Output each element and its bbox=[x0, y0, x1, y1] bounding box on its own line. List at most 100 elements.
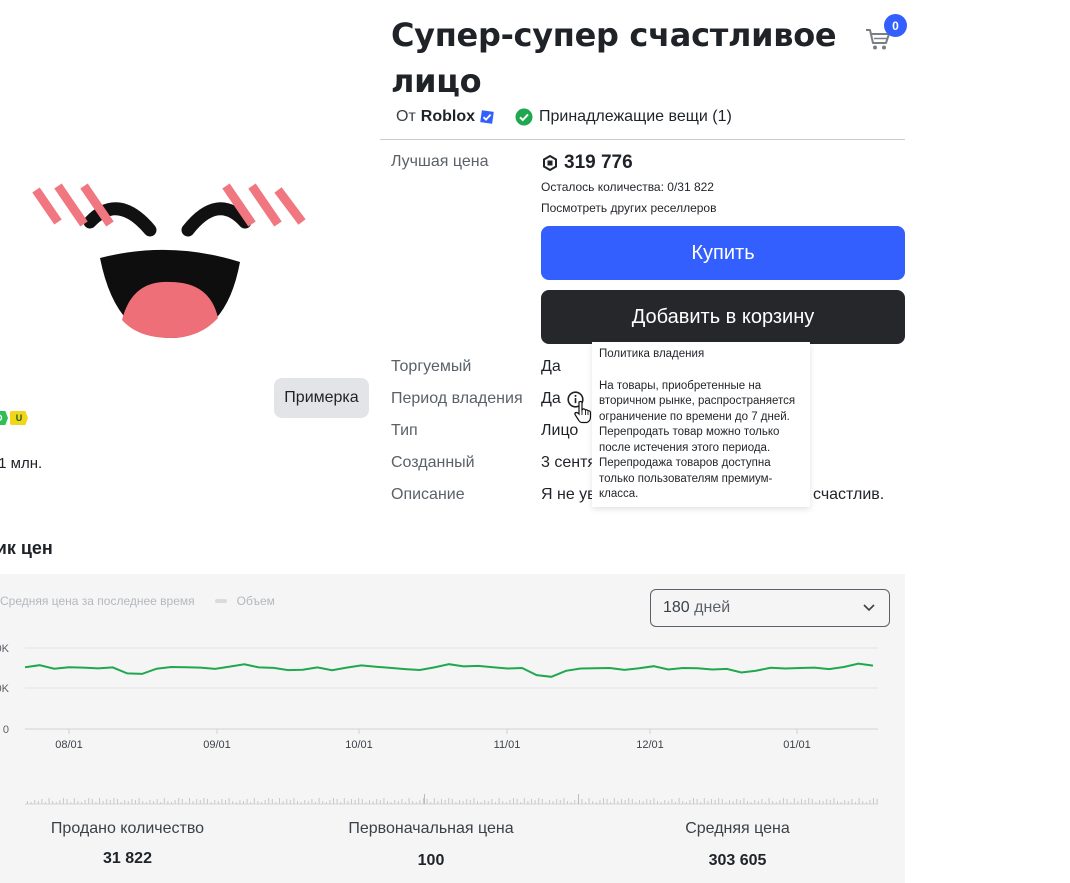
volume-bar bbox=[88, 798, 90, 804]
detail-value-type: Лицо bbox=[541, 422, 579, 439]
volume-bar bbox=[106, 799, 108, 804]
volume-bar bbox=[210, 802, 212, 804]
badge-u: U bbox=[10, 411, 28, 425]
x-tick-label: 11/01 bbox=[494, 739, 521, 751]
other-resellers-link[interactable]: Посмотреть других реселлеров bbox=[541, 201, 716, 215]
stat-sold-label: Продано количество bbox=[50, 820, 205, 837]
volume-bar bbox=[441, 799, 442, 804]
volume-bar bbox=[444, 800, 446, 804]
volume-bar bbox=[459, 800, 460, 804]
add-to-cart-button[interactable]: Добавить в корзину bbox=[541, 290, 905, 344]
volume-bar bbox=[703, 798, 705, 804]
volume-bar bbox=[595, 802, 597, 804]
volume-bar bbox=[199, 800, 201, 804]
volume-bar bbox=[757, 801, 759, 804]
volume-bar bbox=[505, 802, 507, 804]
volume-bar bbox=[768, 798, 770, 804]
robux-icon bbox=[543, 155, 557, 171]
volume-bar bbox=[153, 801, 154, 804]
volume-bar bbox=[268, 798, 270, 804]
tooltip-title: Политика владения bbox=[599, 348, 705, 360]
volume-bar bbox=[336, 799, 338, 804]
volume-bar bbox=[30, 802, 32, 804]
volume-bar bbox=[639, 800, 640, 804]
volume-bar bbox=[325, 802, 327, 804]
volume-bar bbox=[527, 801, 529, 804]
volume-bar bbox=[333, 798, 334, 804]
product-thumbnail bbox=[32, 183, 306, 338]
volume-bar bbox=[451, 799, 453, 804]
volume-bar bbox=[815, 802, 817, 804]
volume-bar bbox=[340, 802, 342, 804]
chevron-down-icon bbox=[863, 604, 875, 612]
period-select[interactable]: 180 дней bbox=[650, 589, 890, 627]
volume-bar bbox=[415, 802, 417, 804]
volume-bar bbox=[55, 802, 57, 804]
volume-bar bbox=[257, 801, 259, 804]
volume-bar bbox=[271, 799, 273, 804]
volume-bar bbox=[685, 802, 687, 804]
volume-bar bbox=[433, 798, 435, 804]
buy-button[interactable]: Купить bbox=[541, 226, 905, 280]
x-tick-label: 09/01 bbox=[203, 739, 231, 751]
volume-bar bbox=[264, 800, 266, 804]
volume-bar bbox=[390, 802, 392, 804]
volume-bar bbox=[221, 799, 223, 804]
volume-bar bbox=[59, 800, 61, 804]
pointer-hand-icon bbox=[574, 400, 592, 424]
y-tick-label: 0K bbox=[0, 683, 10, 695]
volume-bar bbox=[203, 798, 205, 804]
volume-bar bbox=[567, 801, 568, 804]
volume-bar bbox=[361, 799, 363, 804]
volume-bar bbox=[725, 802, 727, 804]
volume-bar bbox=[243, 801, 244, 804]
volume-bar bbox=[840, 802, 842, 804]
try-on-button[interactable]: Примерка bbox=[274, 378, 369, 418]
x-tick-label: 12/01 bbox=[636, 739, 664, 751]
volume-bar bbox=[235, 802, 237, 804]
volume-bar bbox=[635, 802, 637, 804]
volume-bar bbox=[729, 800, 730, 804]
volume-bar bbox=[91, 799, 93, 804]
best-price-label: Лучшая цена bbox=[391, 153, 489, 170]
volume-bar bbox=[419, 800, 421, 804]
y-tick-label: 0 bbox=[3, 724, 9, 736]
volume-bar bbox=[397, 801, 399, 804]
creator-link[interactable]: Roblox bbox=[421, 108, 475, 126]
volume-bar bbox=[714, 800, 716, 804]
volume-bar bbox=[73, 798, 75, 804]
volume-bar bbox=[246, 799, 248, 804]
volume-bar bbox=[34, 800, 36, 804]
volume-bar bbox=[689, 800, 691, 804]
volume-bar bbox=[232, 801, 234, 804]
volume-bar bbox=[225, 800, 226, 804]
volume-bar bbox=[808, 798, 810, 804]
stat-original-price-value: 100 bbox=[417, 852, 445, 869]
volume-bar bbox=[743, 798, 745, 804]
volume-bar bbox=[516, 799, 518, 804]
volume-bar bbox=[358, 798, 360, 804]
holding-policy-tooltip: Политика владения На товары, приобретенн… bbox=[592, 342, 810, 507]
volume-bar bbox=[424, 794, 425, 804]
volume-bar bbox=[289, 800, 291, 804]
detail-label-tradable: Торгуемый bbox=[391, 358, 472, 375]
volume-bar bbox=[538, 798, 540, 804]
volume-bar bbox=[192, 801, 194, 804]
volume-bar bbox=[721, 799, 723, 804]
volume-bar bbox=[804, 800, 806, 804]
x-tick-label: 10/01 bbox=[345, 739, 373, 751]
volume-bar bbox=[873, 798, 874, 804]
volume-bar bbox=[181, 799, 183, 804]
stat-original-price-label: Первоначальная цена bbox=[348, 820, 514, 837]
volume-bar bbox=[700, 802, 702, 804]
volume-bar bbox=[613, 798, 615, 804]
volume-bar bbox=[693, 798, 694, 804]
volume-bar bbox=[145, 802, 147, 804]
volume-bar bbox=[606, 799, 608, 804]
volume-bar bbox=[574, 800, 576, 804]
volume-bar bbox=[732, 801, 734, 804]
volume-bar bbox=[135, 800, 136, 804]
volume-bar bbox=[549, 800, 550, 804]
volume-bar bbox=[858, 798, 860, 804]
tooltip-body: На товары, приобретенные на вторичном ры… bbox=[599, 379, 796, 501]
